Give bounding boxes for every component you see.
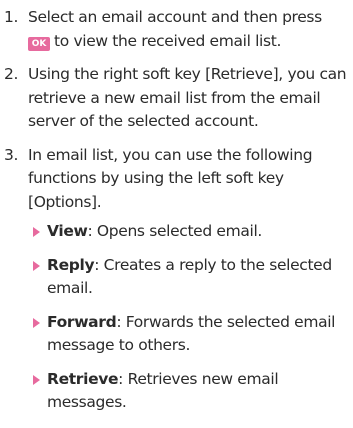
option-term: View bbox=[47, 222, 88, 240]
options-list: View: Opens selected email. Reply: Creat… bbox=[0, 220, 353, 415]
manual-page: 1. Select an email account and then pres… bbox=[0, 6, 353, 425]
option-view: View: Opens selected email. bbox=[33, 220, 349, 244]
option-term: Reply bbox=[47, 255, 95, 274]
triangle-bullet-icon bbox=[33, 227, 40, 237]
step-2: 2. Using the right soft key [Retrieve], … bbox=[0, 63, 353, 134]
option-desc: : Opens selected email. bbox=[87, 222, 262, 240]
step-number: 2. bbox=[4, 65, 19, 83]
option-retrieve: Retrieve: Retrieves new email messages. bbox=[33, 368, 349, 415]
step-3: 3. In email list, you can use the follow… bbox=[0, 144, 353, 215]
step-text: Select an email account and then press bbox=[28, 8, 322, 26]
step-text: Using the right soft key [Retrieve], you… bbox=[28, 65, 347, 130]
option-forward: Forward: Forwards the selected email mes… bbox=[33, 311, 349, 358]
step-number: 3. bbox=[4, 145, 19, 164]
triangle-bullet-icon bbox=[33, 260, 40, 271]
option-term: Forward bbox=[47, 312, 117, 331]
option-reply: Reply: Creates a reply to the selected e… bbox=[33, 254, 349, 301]
option-term: Retrieve bbox=[47, 369, 119, 388]
step-number: 1. bbox=[4, 8, 19, 26]
step-1: 1. Select an email account and then pres… bbox=[0, 6, 353, 53]
ok-key-icon: OK bbox=[28, 36, 50, 51]
triangle-bullet-icon bbox=[33, 317, 40, 328]
step-text: In email list, you can use the following… bbox=[28, 145, 313, 211]
triangle-bullet-icon bbox=[33, 374, 40, 385]
step-text-continued: to view the received email list. bbox=[54, 31, 282, 50]
